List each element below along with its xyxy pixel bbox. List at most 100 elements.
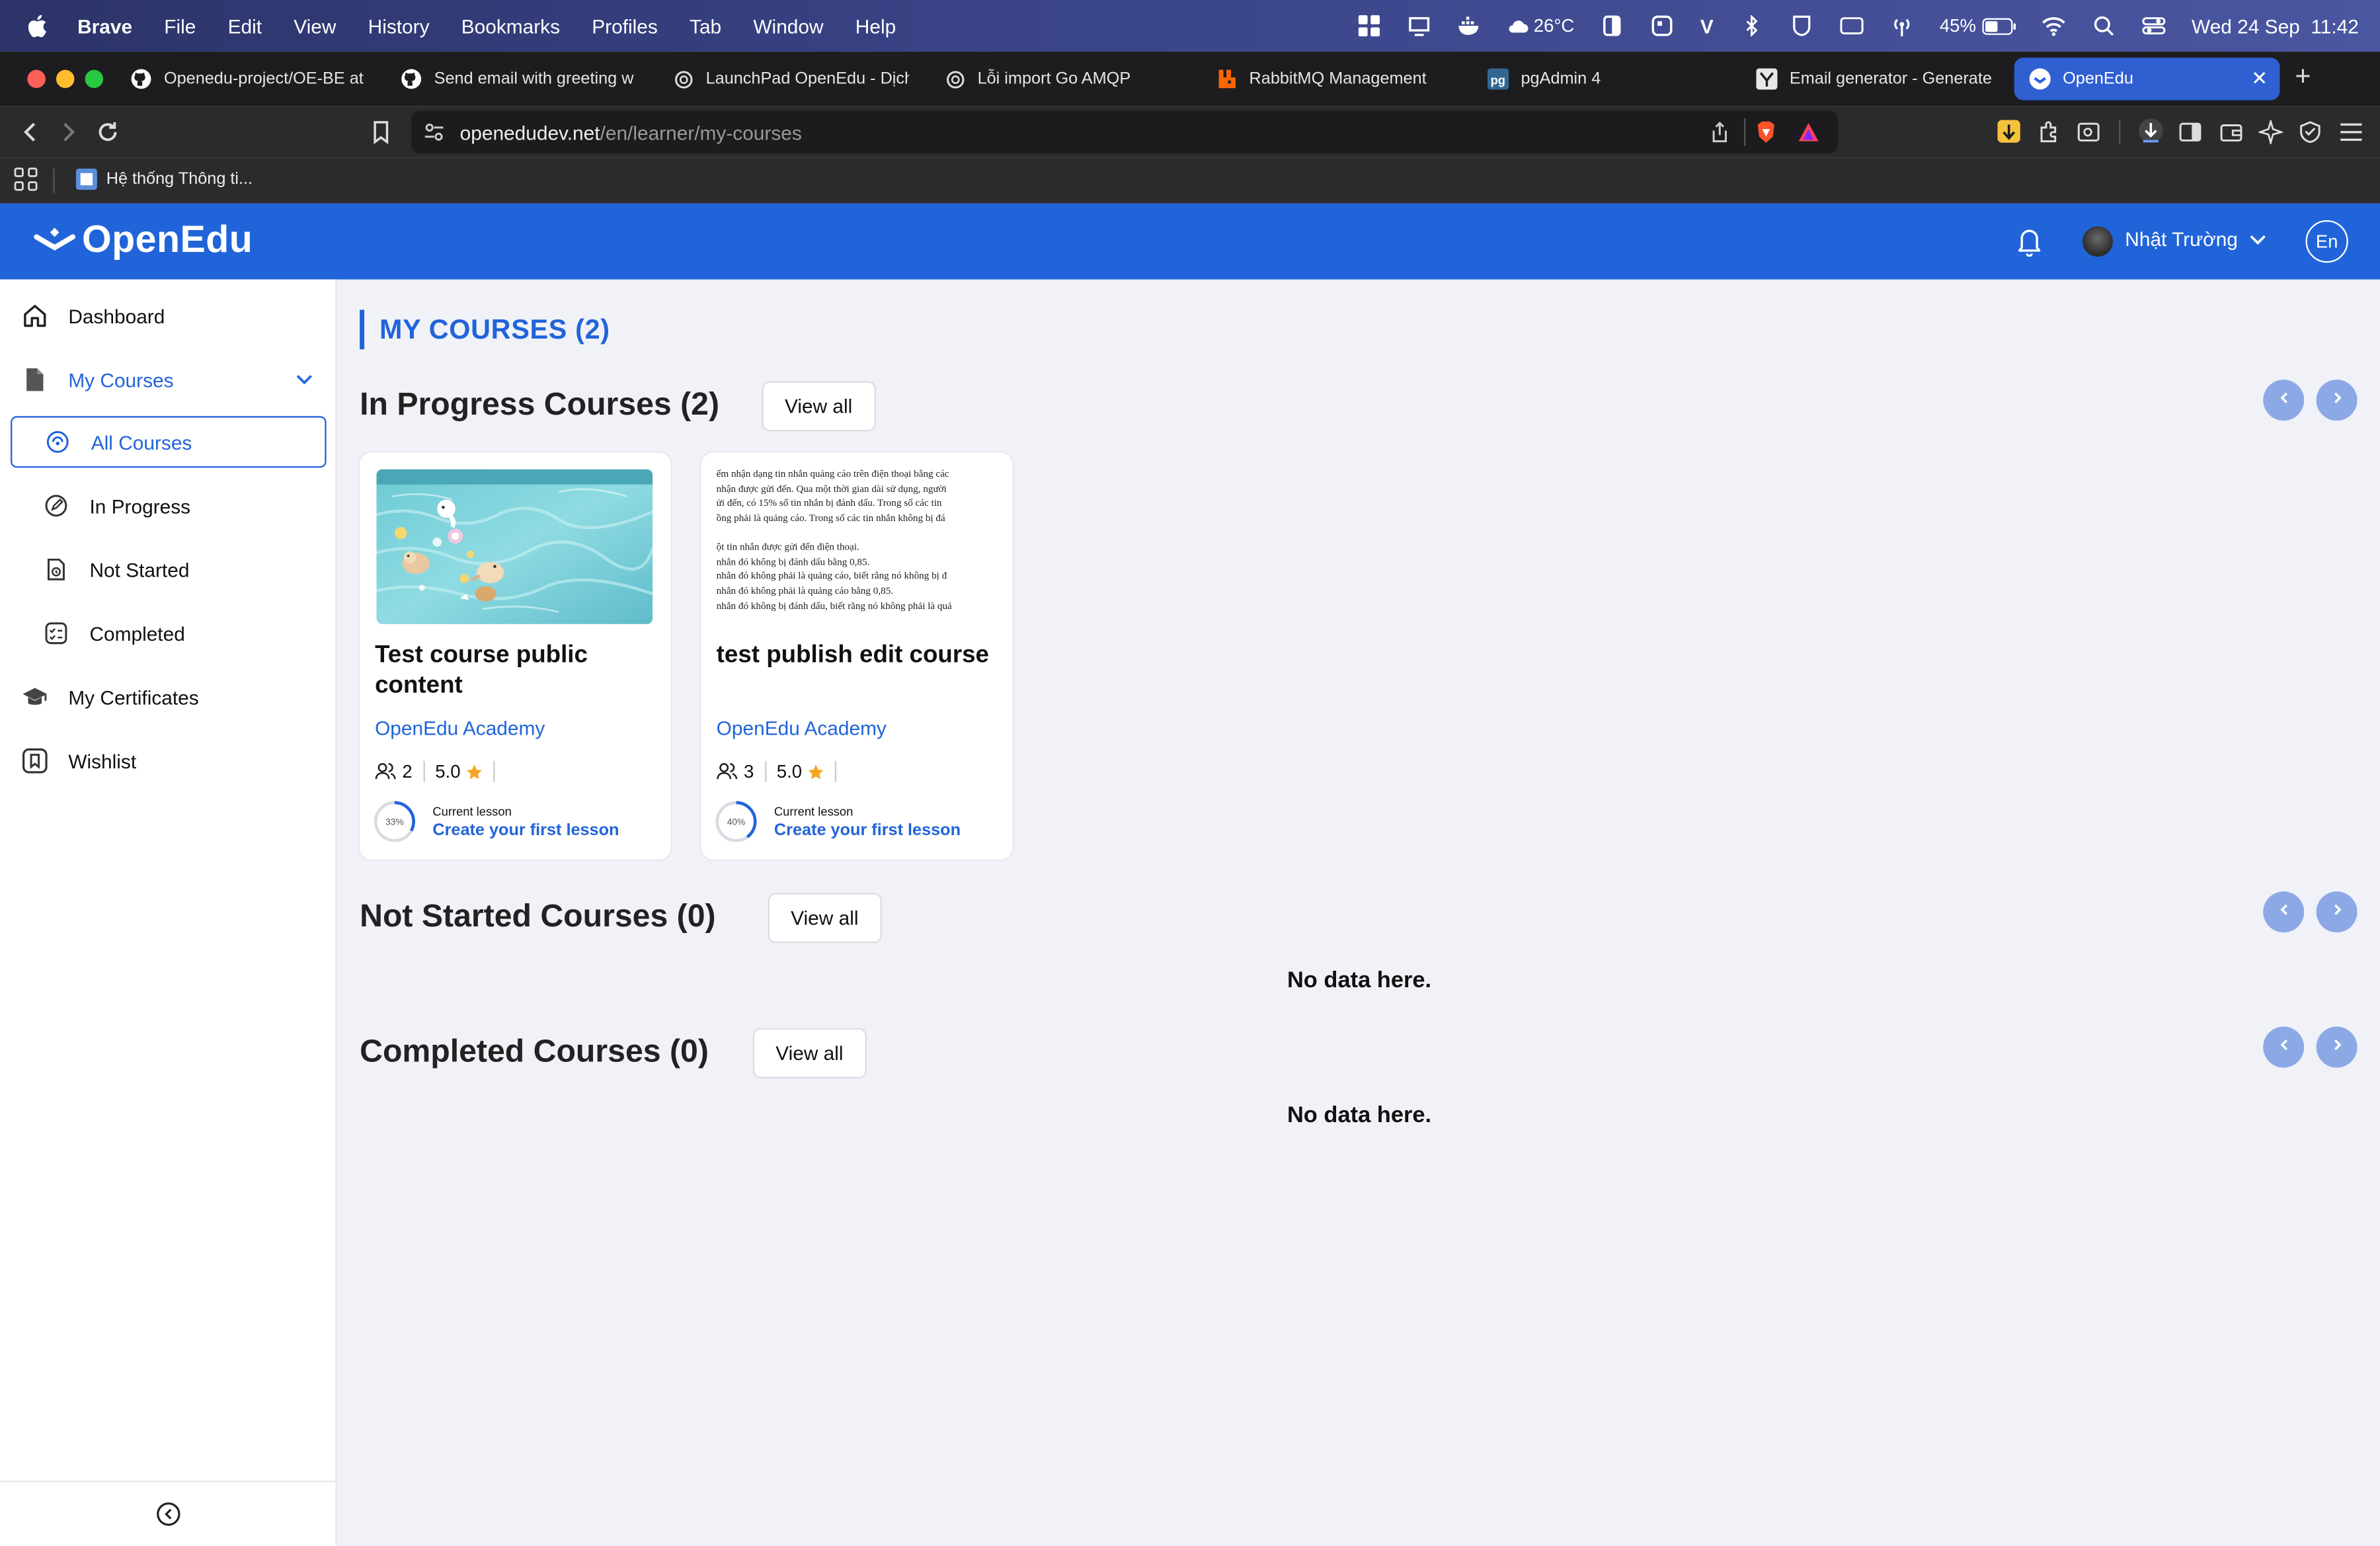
close-tab-icon[interactable]: ✕ (2251, 67, 2268, 91)
sidebar-toggle-icon[interactable] (2178, 120, 2203, 144)
menu-edit[interactable]: Edit (228, 15, 262, 37)
share-icon[interactable] (1709, 121, 1730, 143)
spotlight-search-icon[interactable] (2092, 15, 2116, 36)
battery-status[interactable]: 45% (1940, 15, 2016, 36)
downloads-icon[interactable] (2137, 117, 2164, 147)
next-in-progress-button[interactable] (2316, 380, 2358, 421)
next-not-started-button[interactable] (2316, 891, 2358, 933)
view-all-completed-button[interactable]: View all (752, 1028, 866, 1078)
menu-tab[interactable]: Tab (690, 15, 721, 37)
view-all-in-progress-button[interactable]: View all (762, 381, 875, 432)
browser-menu-icon[interactable] (2339, 122, 2363, 143)
contrast-icon[interactable] (1600, 15, 1624, 36)
bookmark-icon[interactable] (368, 118, 395, 145)
leo-ai-icon[interactable] (2258, 120, 2283, 145)
back-icon[interactable] (17, 118, 44, 145)
collapse-sidebar-icon[interactable] (156, 1502, 180, 1526)
menu-file[interactable]: File (164, 15, 196, 37)
prev-not-started-button[interactable] (2263, 891, 2305, 933)
sidebar-item-not-started[interactable]: Not Started (11, 544, 327, 595)
site-settings-icon[interactable] (424, 122, 445, 143)
tab-email-generator[interactable]: Email generator - Generate (1756, 58, 1993, 100)
prev-completed-button[interactable] (2263, 1026, 2305, 1068)
sidebar-item-completed[interactable]: Completed (11, 608, 327, 659)
antenna-icon[interactable] (1889, 15, 1914, 37)
bookmark-item[interactable]: Hệ thống Thông ti... (75, 168, 253, 190)
pool-image (376, 469, 653, 624)
tab-pgadmin[interactable]: pg pgAdmin 4 (1488, 58, 1724, 100)
vpn-shield-icon[interactable] (2298, 120, 2322, 144)
apple-icon[interactable] (26, 14, 47, 38)
grid-icon[interactable] (1357, 15, 1382, 37)
menu-window[interactable]: Window (753, 15, 823, 37)
docker-icon[interactable] (1458, 15, 1482, 36)
wallet-icon[interactable] (2219, 120, 2244, 144)
clock[interactable]: Wed 24 Sep 11:42 (2192, 15, 2359, 37)
brave-shields-icon[interactable] (1755, 120, 1777, 144)
sidebar-item-certificates[interactable]: My Certificates (0, 671, 337, 723)
sidebar-item-in-progress[interactable]: In Progress (11, 480, 327, 532)
menu-app-name[interactable]: Brave (77, 15, 132, 37)
document-icon (21, 366, 48, 393)
menu-bookmarks[interactable]: Bookmarks (461, 15, 560, 37)
menu-profiles[interactable]: Profiles (592, 15, 658, 37)
wifi-icon[interactable] (2042, 15, 2066, 36)
shield-status-icon[interactable] (1790, 15, 1814, 36)
course-card[interactable]: Test course public content OpenEdu Acade… (360, 452, 671, 860)
chevron-right-icon (2333, 392, 2341, 403)
next-completed-button[interactable] (2316, 1026, 2358, 1068)
extensions-puzzle-icon[interactable] (2037, 120, 2061, 144)
tab-launchpad[interactable]: LaunchPad OpenEdu - Dịch (672, 58, 909, 100)
sidebar-item-wishlist[interactable]: Wishlist (0, 735, 337, 787)
tab-title: Email generator - Generate (1789, 69, 1992, 89)
course-card[interactable]: ểm nhận dạng tin nhắn quảng cáo trên điệ… (701, 452, 1013, 860)
display-icon[interactable] (1408, 15, 1432, 36)
course-title[interactable]: Test course public content (375, 641, 656, 702)
course-org[interactable]: OpenEdu Academy (375, 717, 545, 739)
current-lesson-link[interactable]: Create your first lesson (774, 821, 961, 840)
prev-in-progress-button[interactable] (2263, 380, 2305, 421)
menu-history[interactable]: History (368, 15, 430, 37)
apps-grid-icon[interactable] (14, 167, 38, 192)
course-org[interactable]: OpenEdu Academy (717, 717, 887, 739)
thumb-text-line: ửi đến, có 15% số tin nhắn bị đánh dấu. … (716, 499, 942, 510)
sidebar-item-label: My Courses (68, 368, 174, 391)
user-name[interactable]: Nhật Trường (2125, 227, 2238, 250)
zoom-window-button[interactable] (85, 69, 104, 89)
new-tab-button[interactable]: + (2295, 61, 2311, 93)
current-lesson-label: Current lesson (432, 805, 512, 819)
chevron-down-icon[interactable] (2250, 234, 2266, 246)
tab-amqp[interactable]: Lỗi import Go AMQP (944, 58, 1181, 100)
notification-bell-icon[interactable] (2016, 226, 2043, 257)
close-window-button[interactable] (27, 69, 46, 89)
course-title[interactable]: test publish edit course (717, 641, 998, 671)
minimize-window-button[interactable] (56, 69, 75, 89)
url-field[interactable]: openedudev.net/en/learner/my-courses (411, 110, 1839, 153)
tab-rabbitmq[interactable]: RabbitMQ Management (1216, 58, 1452, 100)
view-all-not-started-button[interactable]: View all (768, 893, 881, 944)
current-lesson-link[interactable]: Create your first lesson (432, 821, 619, 840)
weather-status[interactable]: 26°C (1508, 15, 1574, 36)
window-icon[interactable] (1650, 15, 1675, 36)
forward-icon[interactable] (55, 118, 82, 145)
chevron-down-icon[interactable] (296, 374, 313, 386)
sidebar-item-all-courses[interactable]: All Courses (11, 416, 327, 468)
tab-openedu-active[interactable]: OpenEdu ✕ (2014, 58, 2280, 101)
sidebar-item-dashboard[interactable]: Dashboard (0, 290, 337, 342)
sidebar-item-my-courses[interactable]: My Courses (0, 354, 337, 405)
tab-openedu-be[interactable]: Openedu-project/OE-BE at (130, 58, 364, 100)
menu-help[interactable]: Help (855, 15, 896, 37)
user-avatar[interactable] (2082, 226, 2113, 257)
reload-icon[interactable] (94, 118, 121, 145)
openedu-logo[interactable]: OpenEdu (34, 219, 253, 263)
input-source-icon[interactable] (1839, 15, 1864, 36)
brave-rewards-icon[interactable] (1797, 122, 1819, 143)
reader-mode-icon[interactable] (2077, 120, 2101, 144)
extension-download-icon[interactable] (1997, 120, 2020, 143)
tab-send-email[interactable]: Send email with greeting w (401, 58, 637, 100)
menu-view[interactable]: View (294, 15, 336, 37)
bluetooth-icon[interactable] (1739, 15, 1764, 37)
control-center-icon[interactable] (2141, 15, 2166, 36)
language-switch[interactable]: En (2305, 220, 2348, 263)
vpn-icon[interactable]: V (1700, 15, 1714, 37)
